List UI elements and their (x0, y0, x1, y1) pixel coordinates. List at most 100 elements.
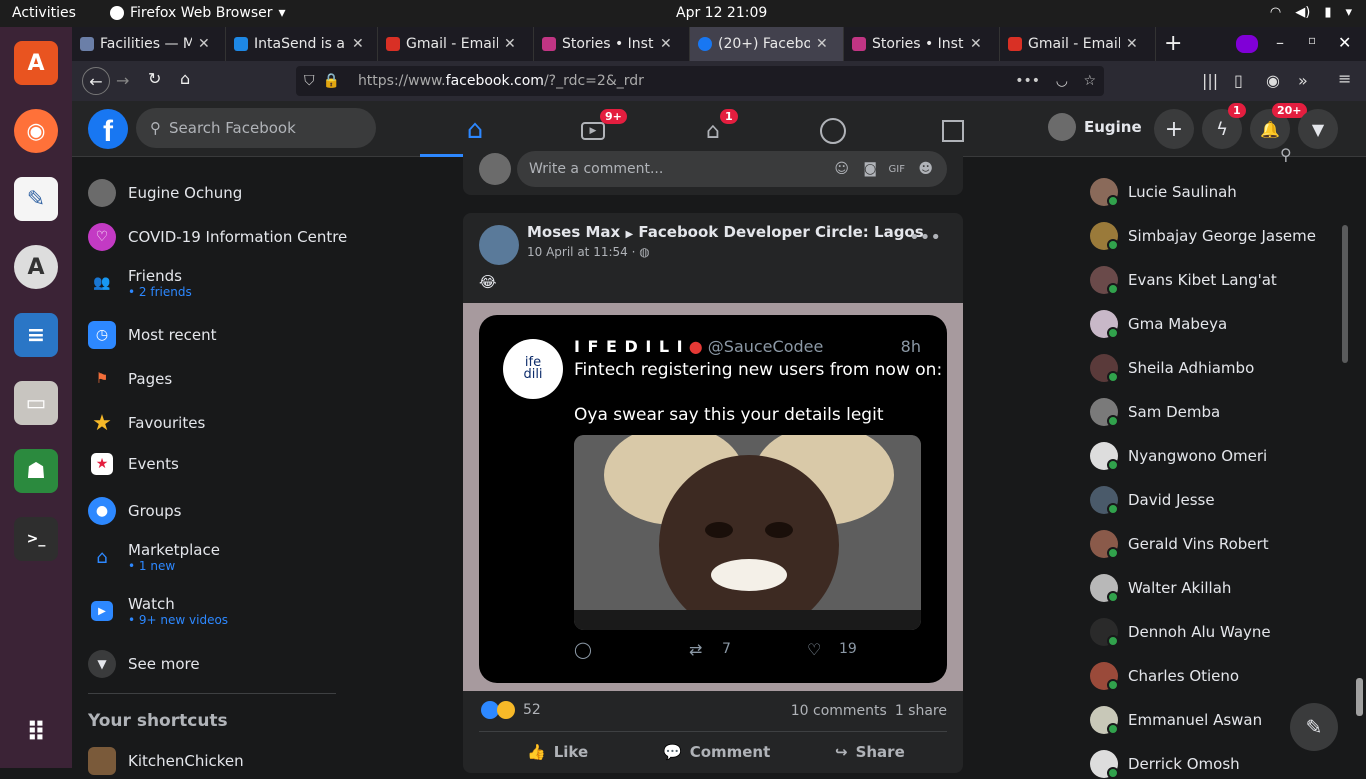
contact-item[interactable]: Charles Otieno (1090, 662, 1239, 691)
maximize-icon[interactable]: ▫ (1308, 33, 1316, 47)
compose-icon: ✎ (1305, 715, 1323, 739)
close-window-icon[interactable]: ✕ (1338, 33, 1351, 52)
post-author[interactable]: Moses Max (527, 223, 620, 241)
post-time[interactable]: 10 April at 11:54 · (527, 245, 639, 259)
close-icon[interactable]: ✕ (198, 36, 210, 52)
see-more-button[interactable]: ▼ See more (88, 650, 200, 678)
sidebar-item-favourites[interactable]: ★ Favourites (88, 409, 205, 437)
page-actions-icon[interactable]: ••• (1015, 73, 1040, 89)
contact-item[interactable]: Sheila Adhiambo (1090, 354, 1254, 383)
share-button[interactable]: ↪ Share (835, 743, 905, 761)
sticker-icon[interactable]: ☻ (918, 161, 933, 177)
gif-icon[interactable]: GIF (889, 164, 905, 175)
private-mask-icon[interactable] (1236, 35, 1258, 53)
sidebar-item-covid[interactable]: ♡ COVID-19 Information Centre (88, 223, 347, 251)
search-input[interactable]: ⚲ Search Facebook (136, 108, 376, 148)
contact-item[interactable]: Walter Akillah (1090, 574, 1231, 603)
pocket-icon[interactable]: ◡ (1056, 73, 1068, 89)
forward-icon[interactable]: → (116, 71, 129, 90)
sidebar-icon[interactable]: ▯ (1234, 71, 1243, 90)
firefox-icon[interactable]: ◉ (14, 109, 58, 153)
activities-button[interactable]: Activities (12, 5, 76, 21)
files-icon[interactable]: ▭ (14, 381, 58, 425)
tab[interactable]: Gmail - Email f ✕ (1000, 27, 1156, 61)
sidebar-item-marketplace[interactable]: ⌂ Marketplace • 1 new (88, 541, 220, 573)
overflow-icon[interactable]: » (1298, 71, 1308, 90)
system-tray[interactable]: ◠ ◀) ▮ ▾ (1270, 5, 1352, 20)
tab[interactable]: Facilities — M ✕ (72, 27, 226, 61)
post-image[interactable]: ife dili I F E D I L I ● @SauceCodee 8h … (463, 303, 963, 691)
clock[interactable]: Apr 12 21:09 (676, 5, 767, 21)
camera-icon[interactable]: ◙ (863, 161, 877, 177)
back-icon[interactable]: ← (82, 67, 110, 95)
close-icon[interactable]: ✕ (970, 36, 982, 52)
tab[interactable]: Stories • Insta ✕ (534, 27, 690, 61)
notifications-button[interactable]: 🔔 20+ (1250, 103, 1307, 149)
close-icon[interactable]: ✕ (660, 36, 672, 52)
library-icon[interactable]: ||| (1202, 71, 1218, 90)
menu-icon[interactable]: ≡ (1338, 69, 1351, 88)
like-button[interactable]: 👍 Like (527, 743, 588, 761)
app-menu[interactable]: Firefox Web Browser ▾ (110, 5, 286, 21)
close-icon[interactable]: ✕ (816, 36, 828, 52)
contact-item[interactable]: Gma Mabeya (1090, 310, 1227, 339)
tab-active[interactable]: (20+) Faceboo ✕ (690, 27, 844, 61)
emoji-icon[interactable]: ☺ (834, 161, 849, 177)
sidebar-item-groups[interactable]: ● Groups (88, 497, 181, 525)
scrollbar[interactable] (1342, 225, 1348, 363)
page-scrollbar[interactable] (1356, 678, 1363, 716)
tab[interactable]: IntaSend is a s ✕ (226, 27, 378, 61)
sidebar-item-pages[interactable]: ⚑ Pages (88, 365, 172, 393)
contact-item[interactable]: David Jesse (1090, 486, 1215, 515)
avatar[interactable] (479, 225, 519, 265)
contact-item[interactable]: Nyangwono Omeri (1090, 442, 1267, 471)
terminal-icon[interactable]: >_ (14, 517, 58, 561)
text-editor-icon[interactable]: ✎ (14, 177, 58, 221)
software-center-icon[interactable]: A (14, 41, 58, 85)
contact-item[interactable]: Derrick Omosh (1090, 750, 1240, 779)
contact-item[interactable]: Dennoh Alu Wayne (1090, 618, 1271, 647)
reload-icon[interactable]: ↻ (148, 69, 161, 88)
account-menu-button[interactable]: ▼ (1298, 109, 1338, 149)
writer-icon[interactable]: ≡ (14, 313, 58, 357)
sidebar-item-most-recent[interactable]: ◷ Most recent (88, 321, 217, 349)
tab[interactable]: Stories • Insta ✕ (844, 27, 1000, 61)
reactions-row[interactable]: 52 (481, 701, 541, 719)
contact-item[interactable]: Evans Kibet Lang'at (1090, 266, 1277, 295)
account-icon[interactable]: ◉ (1266, 71, 1280, 90)
close-icon[interactable]: ✕ (352, 36, 364, 52)
post-group[interactable]: Facebook Developer Circle: Lagos (638, 223, 923, 241)
home-icon[interactable]: ⌂ (180, 69, 190, 88)
close-icon[interactable]: ✕ (1126, 36, 1138, 52)
android-studio-icon[interactable]: ☗ (14, 449, 58, 493)
comment-count[interactable]: 10 comments (791, 703, 887, 719)
comment-input[interactable]: Write a comment... ☺ ◙ GIF ☻ (517, 151, 947, 187)
messenger-button[interactable]: ϟ 1 (1202, 103, 1246, 149)
tab[interactable]: Gmail - Email f ✕ (378, 27, 534, 61)
contact-item[interactable]: Emmanuel Aswan (1090, 706, 1262, 735)
share-count[interactable]: 1 share (895, 703, 947, 719)
app-grid-icon[interactable]: ⠿ (14, 711, 58, 755)
bookmark-star-icon[interactable]: ☆ (1083, 73, 1096, 89)
contact-item[interactable]: Simbajay George Jaseme (1090, 222, 1316, 251)
search-icon[interactable]: ⚲ (1280, 145, 1292, 164)
new-message-button[interactable]: ✎ (1290, 703, 1338, 751)
profile-chip[interactable]: Eugine (1048, 113, 1142, 141)
software-updater-icon[interactable]: A (14, 245, 58, 289)
url-bar[interactable]: ⛉ 🔒 https://www. facebook.com /?_rdc=2&_… (296, 66, 1104, 96)
sidebar-item-profile[interactable]: Eugine Ochung (88, 179, 242, 207)
shortcut-item[interactable]: KitchenChicken (88, 747, 244, 775)
facebook-logo[interactable]: f (88, 109, 128, 149)
contact-item[interactable]: Sam Demba (1090, 398, 1220, 427)
new-tab-icon[interactable]: + (1164, 31, 1182, 56)
sidebar-item-friends[interactable]: 👥 Friends • 2 friends (88, 267, 191, 299)
contact-item[interactable]: Gerald Vins Robert (1090, 530, 1269, 559)
minimize-icon[interactable]: – (1276, 33, 1284, 52)
contact-item[interactable]: Lucie Saulinah (1090, 178, 1237, 207)
close-icon[interactable]: ✕ (504, 36, 516, 52)
comment-button[interactable]: 💬 Comment (663, 743, 770, 761)
sidebar-item-watch[interactable]: ▶ Watch • 9+ new videos (88, 595, 228, 627)
create-button[interactable]: + (1154, 109, 1194, 149)
sidebar-item-events[interactable]: ★ Events (88, 453, 179, 475)
post-options-icon[interactable]: ••• (909, 227, 941, 248)
